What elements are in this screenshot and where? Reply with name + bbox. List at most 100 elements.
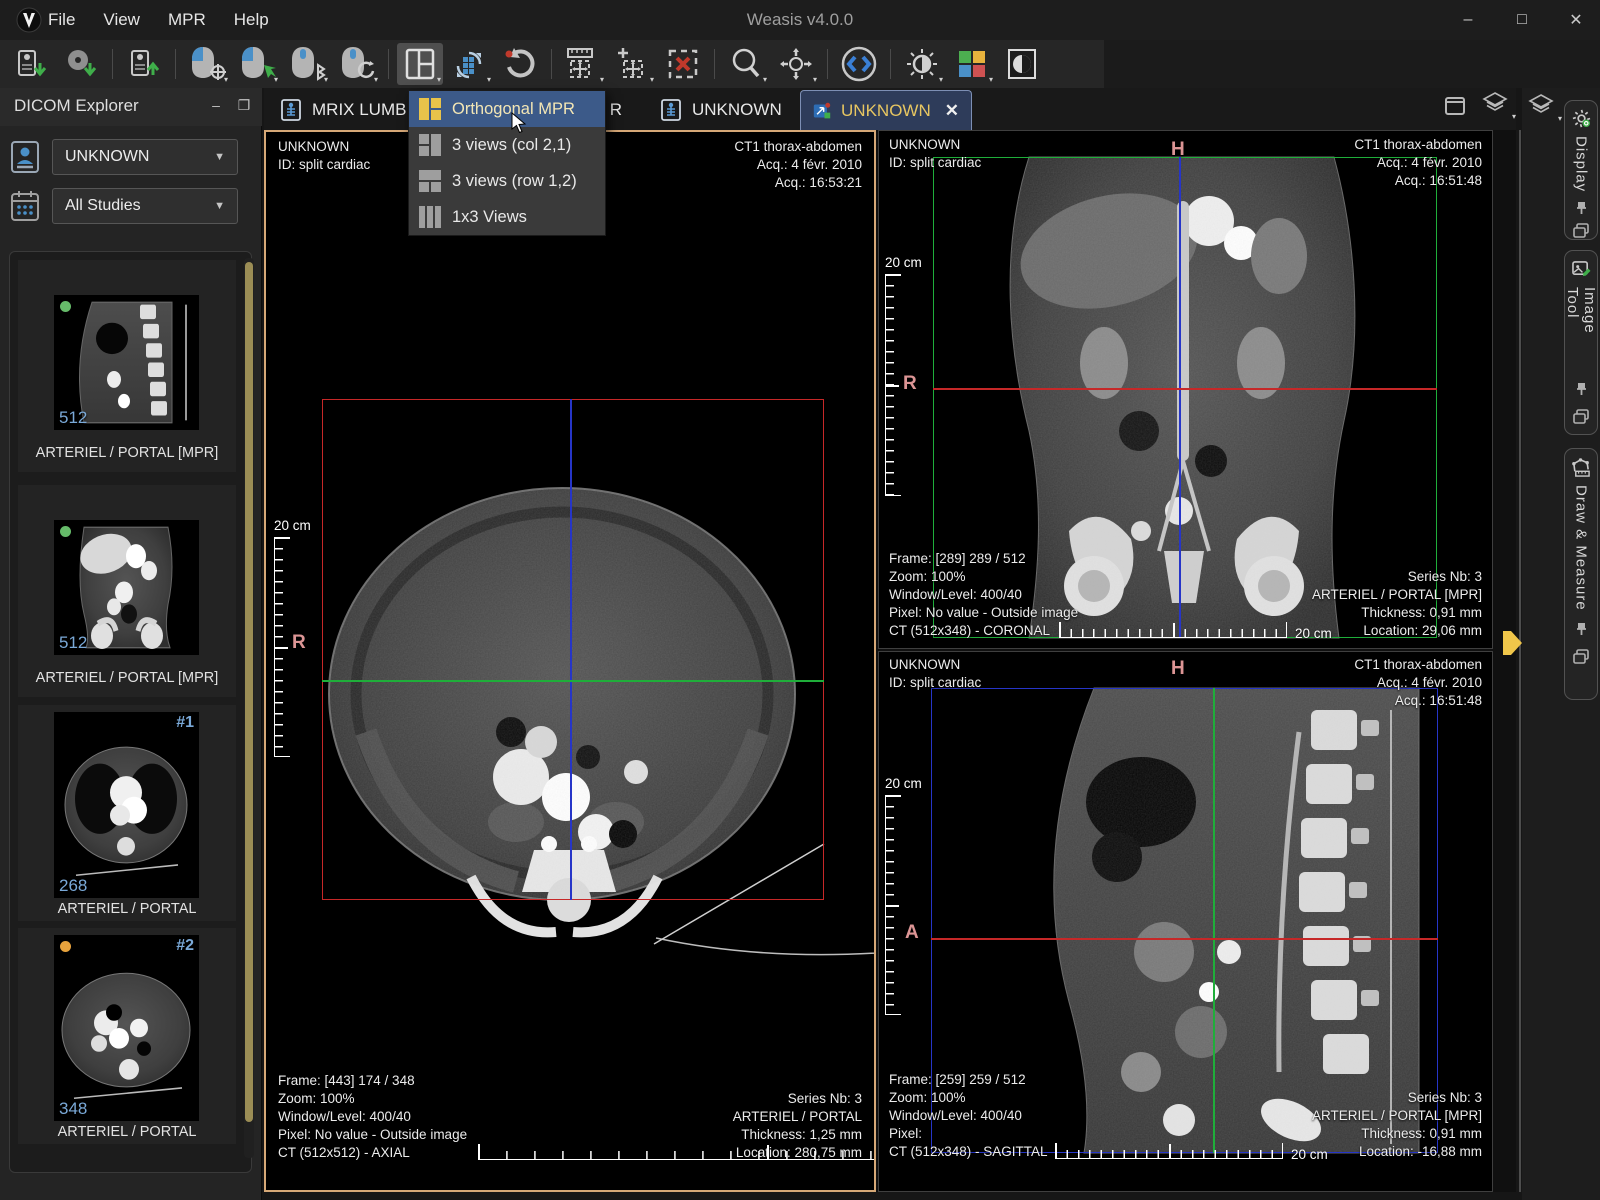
delete-measurements-icon[interactable]	[660, 43, 706, 85]
float-window-icon[interactable]	[1571, 223, 1591, 238]
overlay-bottom-left: Frame: [443] 174 / 348Zoom: 100%Window/L…	[278, 1072, 467, 1162]
menu-file[interactable]: File	[48, 10, 75, 30]
horizontal-scale: 20 cm	[478, 1130, 876, 1160]
measurement-icon[interactable]: ▾	[560, 43, 606, 85]
menu-item-3-views-row[interactable]: 3 views (row 1,2)	[409, 163, 605, 199]
viewport-sagittal[interactable]: H A UNKNOWNID: split cardiac CT1 thorax-…	[878, 651, 1493, 1192]
menu-mpr[interactable]: MPR	[168, 10, 206, 30]
float-window-icon[interactable]	[1571, 647, 1591, 667]
series-thumbnail[interactable]: #1 268 ARTERIEL / PORTAL	[18, 705, 236, 921]
series-thumbnail[interactable]: 512 ARTERIEL / PORTAL [MPR]	[18, 260, 236, 472]
panel-splitter[interactable]	[1519, 130, 1521, 1192]
chevron-down-icon: ▾	[1558, 114, 1562, 123]
layout-icon[interactable]: ▾	[397, 43, 443, 85]
right-tool-strip: ▾ Display Image Tool Draw & Measure	[1522, 88, 1600, 1200]
close-tab-icon[interactable]: ✕	[945, 101, 959, 121]
series-image-count: 512	[59, 633, 87, 653]
splitter-collapse-arrow[interactable]	[1503, 631, 1523, 655]
crosshair-horizontal[interactable]	[933, 388, 1437, 390]
overlay-top-left: UNKNOWNID: split cardiac	[889, 656, 981, 692]
overlay-bottom-right: Series Nb: 3ARTERIEL / PORTAL [MPR]Thick…	[1312, 568, 1482, 640]
mouse-cursor	[511, 112, 527, 134]
minimize-window-icon[interactable]: –	[1458, 11, 1478, 29]
series-image-count: 268	[59, 876, 87, 896]
3-views-row-layout-icon	[419, 170, 441, 192]
viewport-coronal[interactable]: H R UNKNOWNID: split cardiac CT1 thorax-…	[878, 130, 1493, 649]
dicom-explorer-panel: DICOM Explorer – ❐ UNKNOWN ▼ All Studies…	[0, 88, 262, 1200]
layout-dropdown-menu: Orthogonal MPR 3 views (col 2,1) 3 views…	[408, 90, 606, 236]
invert-lut-icon[interactable]	[999, 43, 1045, 85]
panel-restore-icon[interactable]: ❐	[236, 97, 252, 113]
crosshair-horizontal[interactable]	[322, 680, 824, 682]
window-level-icon[interactable]: ▾	[899, 43, 945, 85]
patient-select[interactable]: UNKNOWN ▼	[52, 139, 238, 175]
lut-icon[interactable]: ▾	[949, 43, 995, 85]
series-open-dot	[60, 526, 71, 537]
pin-icon[interactable]	[1571, 200, 1591, 215]
tab-unknown-mpr-active[interactable]: UNKNOWN ✕	[800, 90, 972, 130]
mouse-right-action-icon[interactable]: ▾	[234, 43, 280, 85]
vertical-scale: 20 cm	[885, 776, 922, 1015]
weasis-logo-icon	[16, 7, 42, 33]
import-cd-dvd-icon[interactable]	[58, 43, 104, 85]
synch-icon[interactable]: ▾	[447, 43, 493, 85]
pin-icon[interactable]	[1571, 378, 1591, 398]
mouse-wheel-action-icon[interactable]: ▾	[334, 43, 380, 85]
toolbar: ▾ ▾ ▾ ▾ ▾ ▾	[0, 40, 1600, 88]
viewport-axial[interactable]: R UNKNOWNID: split cardiac CT1 thorax-ab…	[264, 130, 876, 1192]
menu-view[interactable]: View	[103, 10, 140, 30]
reset-icon[interactable]	[497, 43, 543, 85]
panel-minimize-icon[interactable]: –	[208, 97, 224, 113]
tab-unknown[interactable]: UNKNOWN	[648, 90, 796, 130]
menu-item-orthogonal-mpr[interactable]: Orthogonal MPR	[409, 91, 605, 127]
weasis-window: File View MPR Help Weasis v4.0.0 – □ ✕	[0, 0, 1600, 1200]
tab-display[interactable]: Display	[1564, 100, 1598, 240]
series-label: ARTERIEL / PORTAL	[18, 1124, 236, 1140]
import-image-icon[interactable]	[8, 43, 54, 85]
maximize-window-icon[interactable]: □	[1512, 11, 1532, 29]
series-thumbnail[interactable]: 512 ARTERIEL / PORTAL [MPR]	[18, 485, 236, 697]
mouse-left-action-icon[interactable]: ▾	[184, 43, 230, 85]
title-bar: File View MPR Help Weasis v4.0.0 – □ ✕	[0, 0, 1600, 40]
mouse-middle-action-icon[interactable]: ▾	[284, 43, 330, 85]
menu-help[interactable]: Help	[234, 10, 269, 30]
series-label: ARTERIEL / PORTAL [MPR]	[18, 670, 236, 686]
vertical-scale: 20 cm	[885, 255, 922, 496]
float-window-icon[interactable]	[1571, 406, 1591, 426]
series-scrollbar-thumb[interactable]	[245, 262, 253, 1122]
zoom-icon[interactable]: ▾	[723, 43, 769, 85]
menu-item-1x3-views[interactable]: 1x3 Views	[409, 199, 605, 235]
series-image-count: 348	[59, 1099, 87, 1119]
layers-icon[interactable]	[1482, 92, 1508, 114]
crosshair-vertical[interactable]	[570, 399, 572, 900]
series-badge: #1	[176, 714, 194, 732]
crosshair-horizontal[interactable]	[931, 938, 1438, 940]
overlay-top-left: UNKNOWNID: split cardiac	[889, 136, 981, 172]
tab-draw-measure[interactable]: Draw & Measure	[1564, 448, 1598, 700]
menu-item-3-views-col[interactable]: 3 views (col 2,1)	[409, 127, 605, 163]
export-image-icon[interactable]	[121, 43, 167, 85]
dicom-explorer-header: DICOM Explorer – ❐	[0, 88, 262, 126]
series-scrollbar[interactable]	[244, 258, 254, 1158]
crosshair-vertical[interactable]	[1213, 688, 1215, 1153]
chevron-down-icon: ▼	[214, 200, 225, 212]
maximize-panel-icon[interactable]	[1444, 96, 1466, 116]
draw-icon[interactable]: ▾	[610, 43, 656, 85]
pan-icon[interactable]: ▾	[773, 43, 819, 85]
reset-display-icon[interactable]	[836, 43, 882, 85]
crosshair-vertical[interactable]	[1179, 157, 1181, 638]
orientation-marker-top: H	[1171, 139, 1185, 161]
study-select[interactable]: All Studies ▼	[52, 188, 238, 224]
calendar-icon	[10, 190, 40, 222]
horizontal-scale: 20 cm	[1059, 623, 1332, 638]
tab-image-tool[interactable]: Image Tool	[1564, 250, 1598, 435]
draw-measure-icon	[1571, 457, 1591, 477]
pin-icon[interactable]	[1571, 619, 1591, 639]
gear-icon	[1571, 109, 1591, 128]
series-open-dot	[60, 301, 71, 312]
layers-icon[interactable]	[1528, 94, 1554, 116]
image-tool-icon	[1571, 259, 1591, 279]
series-thumbnail[interactable]: #2 348 ARTERIEL / PORTAL	[18, 928, 236, 1144]
chevron-down-icon: ▼	[214, 151, 225, 163]
close-window-icon[interactable]: ✕	[1566, 10, 1586, 30]
